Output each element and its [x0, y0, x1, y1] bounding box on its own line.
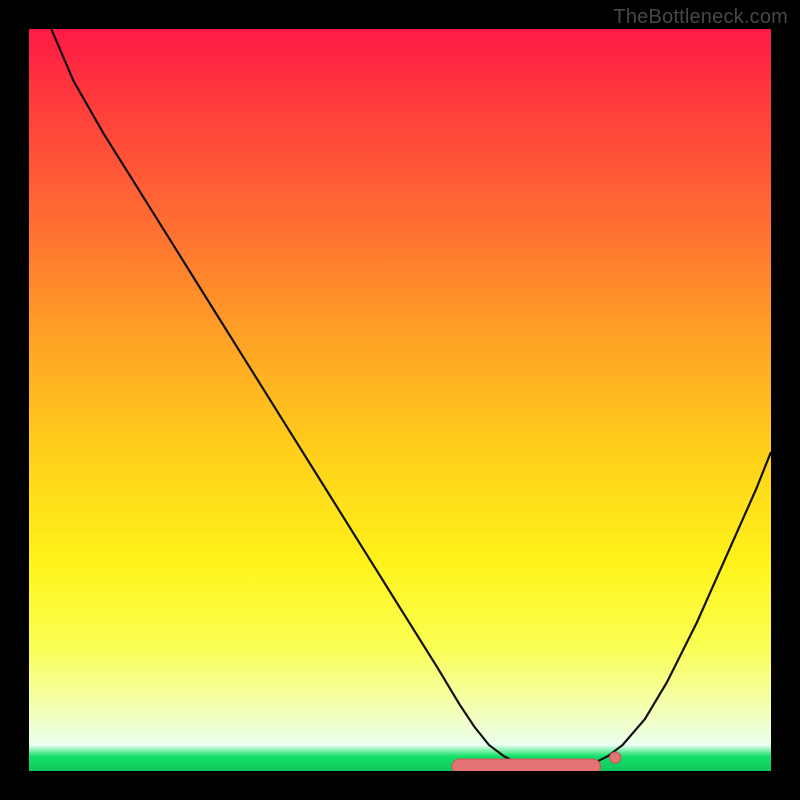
bottleneck-curve: [29, 29, 771, 769]
watermark: TheBottleneck.com: [613, 6, 788, 29]
optimal-band-pill: [452, 759, 601, 771]
bottleneck-curve-path: [29, 29, 771, 769]
plot-area: [29, 29, 771, 771]
chart-frame: { "watermark": "TheBottleneck.com", "col…: [0, 0, 800, 800]
optimal-band-extra-point: [610, 752, 621, 763]
optimal-band-markers: [452, 752, 621, 771]
curve-layer: [29, 29, 771, 771]
